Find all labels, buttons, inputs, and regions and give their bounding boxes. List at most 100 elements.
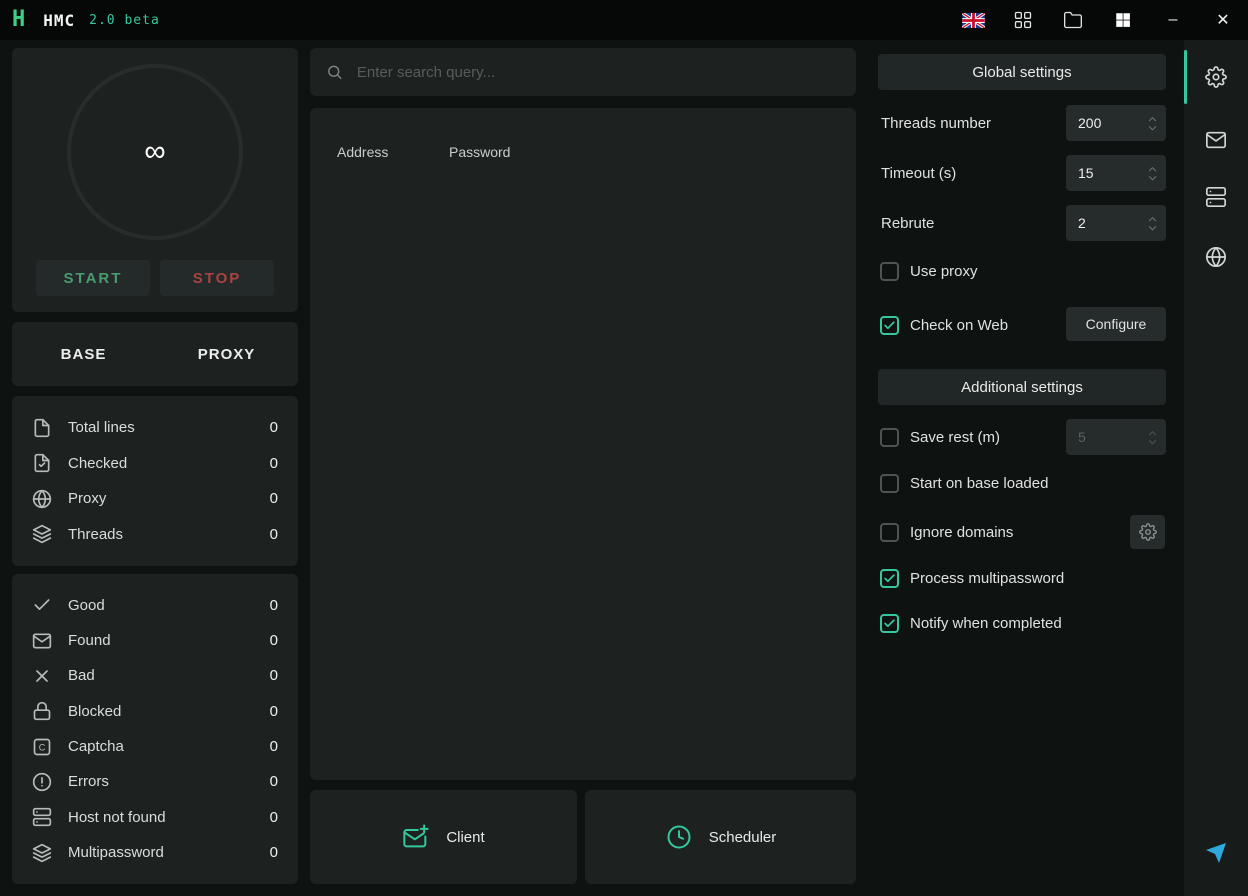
check-icon xyxy=(883,617,896,630)
stat-label: Host not found xyxy=(68,809,166,826)
stat-value: 0 xyxy=(270,490,278,507)
stat-row-blocked: Blocked 0 xyxy=(12,701,298,721)
threads-number-input[interactable]: 200 xyxy=(1066,105,1166,141)
svg-text:C: C xyxy=(39,742,46,752)
configure-button[interactable]: Configure xyxy=(1066,307,1166,341)
process-multipassword-label: Process multipassword xyxy=(910,570,1064,587)
rebrute-value: 2 xyxy=(1078,215,1086,231)
stat-value: 0 xyxy=(270,844,278,861)
stat-label: Found xyxy=(68,632,111,649)
check-on-web-label: Check on Web xyxy=(910,317,1008,334)
timeout-input[interactable]: 15 xyxy=(1066,155,1166,191)
stat-label: Captcha xyxy=(68,738,124,755)
spinner-arrows[interactable] xyxy=(1147,115,1158,132)
stop-button[interactable]: STOP xyxy=(160,260,274,296)
chevron-up-icon xyxy=(1147,429,1158,437)
server-icon[interactable] xyxy=(1196,177,1236,217)
counter-value: ∞ xyxy=(144,135,165,169)
globe-icon[interactable] xyxy=(1196,237,1236,277)
app-version: 2.0 beta xyxy=(89,13,160,28)
spinner-arrows[interactable] xyxy=(1147,429,1158,446)
gear-icon[interactable] xyxy=(1196,57,1236,97)
chevron-up-icon xyxy=(1147,215,1158,223)
search-icon xyxy=(326,63,343,81)
process-multipassword-row: Process multipassword xyxy=(868,566,1176,590)
base-stats-panel: Total lines 0 Checked 0 Proxy 0 Threads … xyxy=(12,396,298,566)
notify-when-completed-label: Notify when completed xyxy=(910,615,1062,632)
threads-number-row: Threads number 200 xyxy=(868,105,1176,141)
process-multipassword-checkbox[interactable] xyxy=(880,569,899,588)
stat-row-errors: Errors 0 xyxy=(12,772,298,792)
column-header-password[interactable]: Password xyxy=(449,144,510,160)
ignore-domains-checkbox[interactable] xyxy=(880,523,899,542)
clock-icon xyxy=(665,823,693,851)
ignore-domains-gear-button[interactable] xyxy=(1130,515,1165,549)
modules-grid-icon[interactable] xyxy=(998,0,1048,40)
start-button[interactable]: START xyxy=(36,260,150,296)
timeout-value: 15 xyxy=(1078,165,1094,181)
global-settings-title: Global settings xyxy=(972,64,1071,81)
folder-icon[interactable] xyxy=(1048,0,1098,40)
file-check-icon xyxy=(32,453,52,473)
windows-icon[interactable] xyxy=(1098,0,1148,40)
scheduler-button[interactable]: Scheduler xyxy=(585,790,856,884)
spinner-arrows[interactable] xyxy=(1147,215,1158,232)
stat-label: Multipassword xyxy=(68,844,164,861)
search-bar xyxy=(310,48,856,96)
start-on-base-loaded-checkbox[interactable] xyxy=(880,474,899,493)
mail-icon[interactable] xyxy=(1196,120,1236,160)
additional-settings-title: Additional settings xyxy=(961,379,1083,396)
save-rest-label: Save rest (m) xyxy=(910,429,1000,446)
stat-label: Bad xyxy=(68,667,95,684)
rebrute-input[interactable]: 2 xyxy=(1066,205,1166,241)
save-rest-row: Save rest (m) 5 xyxy=(868,419,1176,455)
check-icon xyxy=(883,319,896,332)
notify-when-completed-checkbox[interactable] xyxy=(880,614,899,633)
stat-value: 0 xyxy=(270,738,278,755)
global-settings-header: Global settings xyxy=(878,54,1166,90)
layers-icon xyxy=(32,843,52,863)
server-icon xyxy=(32,807,52,827)
column-header-address[interactable]: Address xyxy=(337,144,449,160)
stat-row-host-not-found: Host not found 0 xyxy=(12,807,298,827)
mail-plus-icon xyxy=(402,823,430,851)
file-icon xyxy=(32,418,52,438)
app-name: HMC xyxy=(43,11,75,30)
spinner-arrows[interactable] xyxy=(1147,165,1158,182)
gear-icon xyxy=(1139,523,1157,541)
close-button[interactable]: ✕ xyxy=(1198,0,1248,40)
telegram-icon[interactable] xyxy=(1196,833,1236,873)
additional-settings-header: Additional settings xyxy=(878,369,1166,405)
ignore-domains-label: Ignore domains xyxy=(910,524,1013,541)
rebrute-row: Rebrute 2 xyxy=(868,205,1176,241)
stat-row-found: Found 0 xyxy=(12,631,298,651)
use-proxy-checkbox[interactable] xyxy=(880,262,899,281)
start-on-base-loaded-row: Start on base loaded xyxy=(868,471,1176,495)
minimize-button[interactable]: – xyxy=(1148,0,1198,40)
stat-label: Checked xyxy=(68,455,127,472)
save-rest-input[interactable]: 5 xyxy=(1066,419,1166,455)
client-button-label: Client xyxy=(446,829,484,846)
client-button[interactable]: Client xyxy=(310,790,577,884)
language-flag-icon[interactable] xyxy=(948,0,998,40)
stat-label: Proxy xyxy=(68,490,106,507)
search-input[interactable] xyxy=(357,64,840,81)
save-rest-checkbox[interactable] xyxy=(880,428,899,447)
check-on-web-row: Check on Web Configure xyxy=(868,307,1176,343)
right-icon-sidebar xyxy=(1184,40,1248,896)
tab-proxy[interactable]: PROXY xyxy=(155,346,298,363)
check-on-web-checkbox[interactable] xyxy=(880,316,899,335)
mail-icon xyxy=(32,631,52,651)
start-on-base-loaded-label: Start on base loaded xyxy=(910,475,1048,492)
stat-label: Good xyxy=(68,597,105,614)
tab-base[interactable]: BASE xyxy=(12,346,155,363)
use-proxy-label: Use proxy xyxy=(910,263,978,280)
threads-number-value: 200 xyxy=(1078,115,1101,131)
stat-row-proxy: Proxy 0 xyxy=(12,489,298,509)
stat-value: 0 xyxy=(270,419,278,436)
rebrute-label: Rebrute xyxy=(881,215,934,232)
error-icon xyxy=(32,772,52,792)
stat-row-captcha: C Captcha 0 xyxy=(12,737,298,757)
stat-value: 0 xyxy=(270,455,278,472)
stat-label: Threads xyxy=(68,526,123,543)
